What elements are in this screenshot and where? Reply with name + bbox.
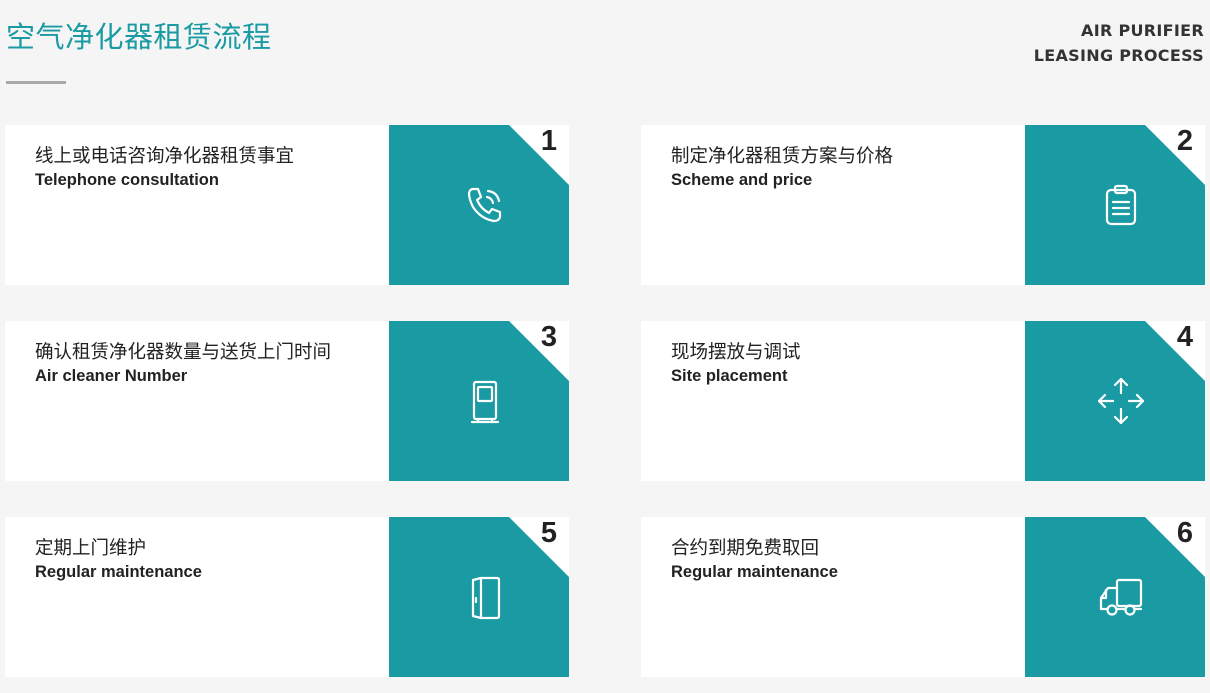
- step-text: 合约到期免费取回 Regular maintenance: [671, 536, 838, 583]
- corner-fold: [1145, 517, 1205, 577]
- air-purifier-icon: [459, 375, 511, 427]
- step-title-zh: 确认租赁净化器数量与送货上门时间: [35, 342, 332, 363]
- english-title-line-1: AIR PURIFIER: [1081, 21, 1204, 40]
- step-title-zh: 现场摆放与调试: [671, 342, 801, 363]
- step-title-en: Regular maintenance: [35, 563, 202, 581]
- step-title-en: Regular maintenance: [671, 563, 838, 581]
- step-text: 定期上门维护 Regular maintenance: [35, 536, 202, 583]
- step-number: 5: [540, 517, 557, 549]
- step-card-1: 线上或电话咨询净化器租赁事宜 Telephone consultation 1: [5, 125, 569, 285]
- step-title-en: Site placement: [671, 367, 788, 385]
- corner-fold: [509, 125, 569, 185]
- step-card-3: 确认租赁净化器数量与送货上门时间 Air cleaner Number 3: [5, 321, 569, 481]
- english-title-line-2: LEASING PROCESS: [1033, 46, 1204, 65]
- step-card-5: 定期上门维护 Regular maintenance 5: [5, 517, 569, 677]
- step-icon-tile: 6: [1025, 517, 1205, 677]
- step-number: 3: [540, 321, 557, 353]
- title-divider: [6, 81, 66, 84]
- corner-fold: [509, 517, 569, 577]
- step-text: 制定净化器租赁方案与价格 Scheme and price: [671, 144, 893, 191]
- step-title-zh: 定期上门维护: [35, 538, 147, 559]
- step-number: 4: [1176, 321, 1193, 353]
- clipboard-icon: [1095, 179, 1147, 231]
- step-title-zh: 合约到期免费取回: [671, 538, 820, 559]
- step-title-en: Scheme and price: [671, 171, 813, 189]
- step-icon-tile: 5: [389, 517, 569, 677]
- step-text: 线上或电话咨询净化器租赁事宜 Telephone consultation: [35, 144, 294, 191]
- step-text: 确认租赁净化器数量与送货上门时间 Air cleaner Number: [35, 340, 331, 387]
- phone-icon: [459, 179, 511, 231]
- step-icon-tile: 1: [389, 125, 569, 285]
- step-icon-tile: 3: [389, 321, 569, 481]
- page-title: 空气净化器租赁流程: [6, 20, 272, 54]
- step-title-en: Telephone consultation: [35, 171, 219, 189]
- corner-fold: [509, 321, 569, 381]
- move-arrows-icon: [1095, 375, 1147, 427]
- truck-icon: [1095, 571, 1147, 623]
- step-title-zh: 线上或电话咨询净化器租赁事宜: [35, 146, 295, 167]
- step-number: 1: [540, 125, 557, 157]
- step-card-4: 现场摆放与调试 Site placement 4: [641, 321, 1205, 481]
- step-icon-tile: 4: [1025, 321, 1205, 481]
- corner-fold: [1145, 125, 1205, 185]
- english-title: AIR PURIFIER LEASING PROCESS: [1034, 18, 1204, 68]
- corner-fold: [1145, 321, 1205, 381]
- step-title-zh: 制定净化器租赁方案与价格: [671, 146, 894, 167]
- step-title-en: Air cleaner Number: [35, 367, 188, 385]
- step-icon-tile: 2: [1025, 125, 1205, 285]
- step-number: 2: [1176, 125, 1193, 157]
- step-text: 现场摆放与调试 Site placement: [671, 340, 801, 387]
- step-card-6: 合约到期免费取回 Regular maintenance 6: [641, 517, 1205, 677]
- door-icon: [459, 571, 511, 623]
- step-card-2: 制定净化器租赁方案与价格 Scheme and price 2: [641, 125, 1205, 285]
- step-number: 6: [1176, 517, 1193, 549]
